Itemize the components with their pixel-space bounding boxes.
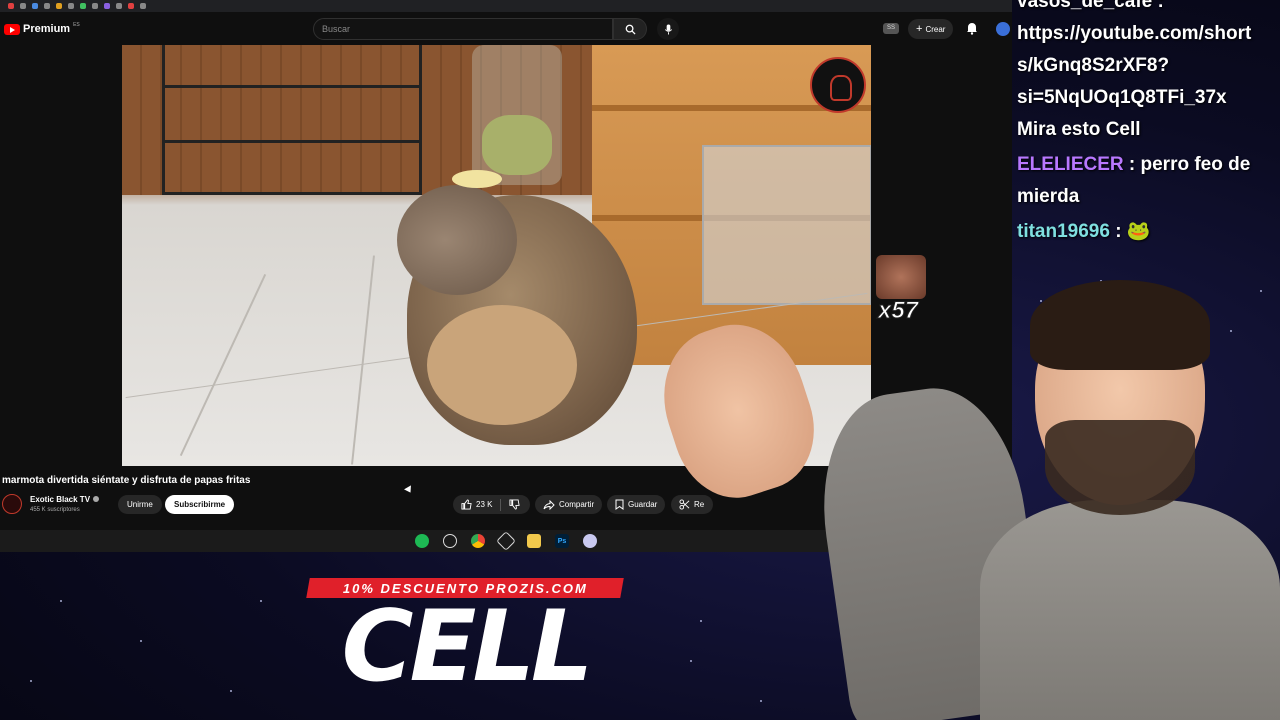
youtube-premium-logo[interactable]: Premium ES — [4, 22, 80, 35]
scissors-icon — [679, 499, 690, 510]
search-button[interactable] — [613, 18, 647, 40]
cast-badge[interactable]: SS — [883, 23, 899, 34]
youtube-header: Premium ES Buscar SS + Crear — [0, 12, 1012, 46]
voice-search-button[interactable] — [657, 18, 679, 40]
youtube-brand-label: Premium — [23, 23, 71, 35]
create-button[interactable]: + Crear — [908, 19, 954, 39]
user-avatar[interactable] — [996, 22, 1010, 36]
chat-line: https://youtube.com/short — [1017, 23, 1252, 44]
chat-line: s/kGnq8S2rXF8? — [1017, 55, 1170, 76]
create-label: Crear — [925, 24, 946, 34]
photoshop-icon[interactable]: Ps — [555, 534, 569, 548]
stream-chat: vasos_de_cafe : https://youtube.com/shor… — [1014, 0, 1280, 260]
chat-username: titan19696 — [1017, 221, 1110, 242]
search-icon — [625, 24, 636, 35]
country-code: ES — [73, 22, 80, 28]
chat-line: si=5NqUOq1Q8TFi_37x — [1017, 87, 1227, 108]
chat-username: ELELIECER — [1017, 154, 1124, 175]
spotify-icon[interactable] — [415, 534, 429, 548]
chat-line: mierda — [1017, 186, 1080, 207]
clip-label: Re — [694, 500, 705, 509]
chat-text: : perro feo de — [1123, 154, 1251, 175]
streamer-webcam — [645, 270, 1280, 720]
obs-icon[interactable] — [443, 534, 457, 548]
youtube-play-icon — [4, 23, 20, 35]
video-title: marmota divertida siéntate y disfruta de… — [2, 475, 251, 486]
like-dislike-bar: 23 K — [453, 495, 530, 514]
thumbs-up-icon[interactable] — [461, 499, 472, 510]
save-button[interactable]: Guardar — [607, 495, 666, 514]
subscribe-button[interactable]: Subscribirme — [165, 495, 235, 514]
subscriber-count: 455 K suscriptores — [30, 507, 80, 513]
channel-name-text: Exotic Black TV — [30, 495, 91, 504]
cell-logo: CELL — [341, 590, 594, 704]
share-icon — [543, 499, 555, 510]
chat-message: ELELIECER : perro feo de — [1017, 149, 1277, 181]
channel-watermark-logo — [810, 57, 866, 113]
folder-icon[interactable] — [527, 534, 541, 548]
discord-icon[interactable] — [583, 534, 597, 548]
channel-name[interactable]: Exotic Black TV — [30, 495, 100, 504]
chat-line: Mira esto Cell — [1017, 119, 1141, 140]
thumbs-down-icon[interactable] — [509, 499, 521, 510]
clip-button[interactable]: Re — [671, 495, 713, 514]
chat-message: titan19696 : 🐸 — [1017, 216, 1277, 248]
join-button[interactable]: Unirme — [118, 495, 162, 514]
search-input[interactable]: Buscar — [313, 18, 613, 40]
save-label: Guardar — [628, 500, 658, 509]
microphone-icon — [664, 23, 672, 35]
notifications-bell-icon[interactable] — [965, 21, 979, 35]
french-fry — [452, 170, 502, 188]
share-button[interactable]: Compartir — [535, 495, 603, 514]
like-count[interactable]: 23 K — [476, 500, 492, 509]
plus-icon: + — [916, 23, 923, 35]
share-label: Compartir — [559, 500, 595, 509]
chat-line: vasos_de_cafe : — [1017, 0, 1164, 12]
channel-avatar[interactable] — [2, 494, 22, 514]
bookmark-icon — [615, 499, 624, 510]
chrome-icon[interactable] — [471, 534, 485, 548]
app-icon[interactable] — [496, 531, 516, 551]
video-frame-rack — [162, 45, 422, 195]
verified-icon — [93, 496, 100, 502]
browser-tab-strip[interactable] — [0, 0, 1012, 12]
chat-text: : 🐸 — [1109, 221, 1151, 242]
